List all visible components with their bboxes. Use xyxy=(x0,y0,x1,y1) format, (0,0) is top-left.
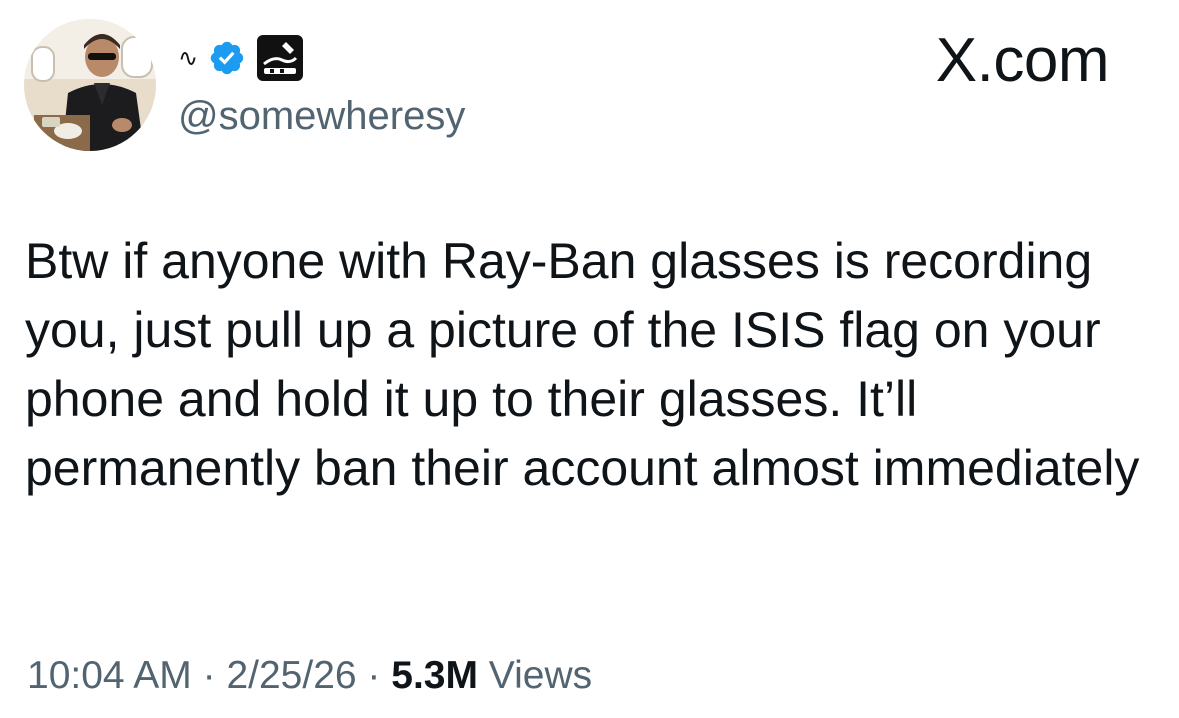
avatar-image xyxy=(24,19,156,151)
author-name[interactable]: ∿ xyxy=(178,46,198,70)
avatar[interactable] xyxy=(24,19,156,151)
views-count[interactable]: 5.3M xyxy=(391,654,478,697)
author-handle[interactable]: @somewheresy xyxy=(178,92,465,140)
verified-badge-icon xyxy=(208,39,246,77)
tweet-meta: 10:04 AM · 2/25/26 · 5.3M Views xyxy=(27,652,592,700)
meta-separator: · xyxy=(356,654,392,697)
tweet-text: Btw if anyone with Ray-Ban glasses is re… xyxy=(25,233,1140,496)
meta-separator: · xyxy=(191,654,227,697)
author-name-row[interactable]: ∿ xyxy=(178,32,304,84)
tweet-time[interactable]: 10:04 AM xyxy=(27,654,192,697)
affiliate-badge-icon[interactable] xyxy=(256,34,304,82)
views-label: Views xyxy=(477,654,593,697)
site-label: X.com xyxy=(935,26,1110,95)
tweet-date[interactable]: 2/25/26 xyxy=(226,654,356,697)
